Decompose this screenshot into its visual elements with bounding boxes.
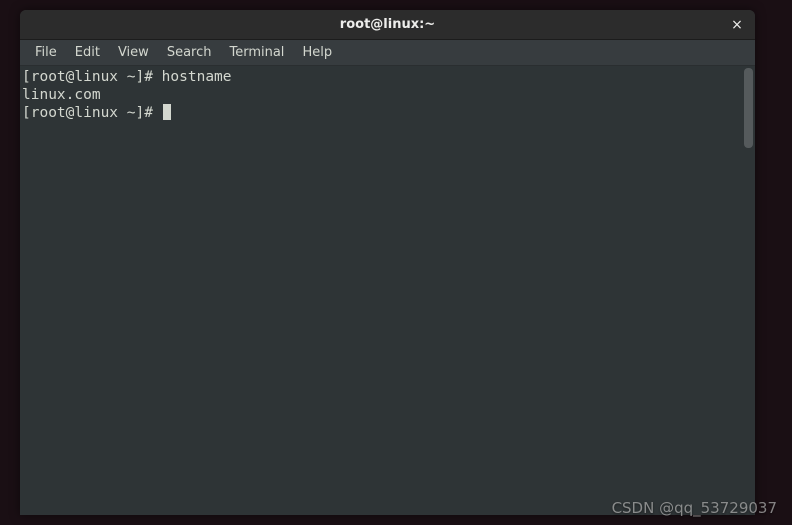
close-icon[interactable]: × xyxy=(727,15,747,35)
watermark: CSDN @qq_53729037 xyxy=(612,499,777,517)
terminal-prompt: [root@linux ~]# xyxy=(22,105,162,121)
titlebar[interactable]: root@linux:~ × xyxy=(20,10,755,40)
window-title: root@linux:~ xyxy=(340,17,435,32)
menu-search[interactable]: Search xyxy=(158,42,221,63)
menubar: File Edit View Search Terminal Help xyxy=(20,40,755,66)
menu-help[interactable]: Help xyxy=(293,42,341,63)
menu-edit[interactable]: Edit xyxy=(66,42,109,63)
scrollbar[interactable] xyxy=(744,68,753,148)
terminal-line: [root@linux ~]# hostname xyxy=(22,68,753,86)
cursor-icon xyxy=(163,104,171,120)
terminal-output[interactable]: [root@linux ~]# hostnamelinux.com[root@l… xyxy=(22,68,753,122)
terminal-line: linux.com xyxy=(22,86,753,104)
terminal-prompt-line: [root@linux ~]# xyxy=(22,104,753,122)
menu-file[interactable]: File xyxy=(26,42,66,63)
menu-terminal[interactable]: Terminal xyxy=(220,42,293,63)
menu-view[interactable]: View xyxy=(109,42,158,63)
terminal-window: root@linux:~ × File Edit View Search Ter… xyxy=(20,10,755,515)
terminal-body[interactable]: [root@linux ~]# hostnamelinux.com[root@l… xyxy=(20,66,755,515)
